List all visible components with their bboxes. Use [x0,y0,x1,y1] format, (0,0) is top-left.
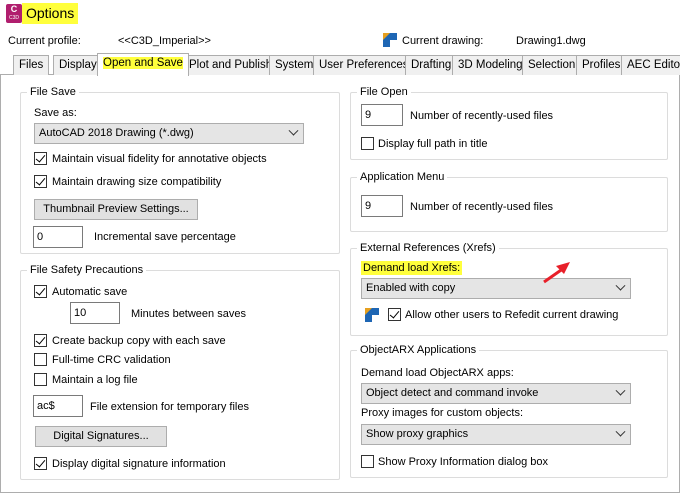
application-menu-legend: Application Menu [357,170,448,184]
incremental-save-input[interactable]: 0 [33,226,83,248]
digital-signatures-button[interactable]: Digital Signatures... [35,426,167,447]
log-file-checkbox[interactable] [34,373,47,386]
current-profile-label: Current profile: [8,35,81,47]
xref-drawing-icon [365,308,379,322]
temp-file-extension-input[interactable]: ac$ [33,395,83,417]
tab-aec-editor[interactable]: AEC Editor [621,55,680,75]
log-file-label: Maintain a log file [52,374,138,386]
minutes-between-saves-input[interactable]: 10 [70,302,120,324]
incremental-save-label: Incremental save percentage [94,231,236,243]
tab-open-and-save-label: Open and Save [103,57,183,69]
demand-load-objectarx-dropdown[interactable]: Object detect and command invoke [361,383,631,404]
chevron-down-icon [615,426,626,437]
thumbnail-preview-settings-button[interactable]: Thumbnail Preview Settings... [34,199,198,220]
file-open-legend: File Open [357,85,411,99]
maintain-drawing-size-label: Maintain drawing size compatibility [52,176,222,188]
demand-load-xrefs-label: Demand load Xrefs: [361,261,463,275]
backup-copy-label: Create backup copy with each save [52,335,226,347]
window-title: Options [22,3,79,24]
maintain-drawing-size-checkbox[interactable] [34,175,47,188]
save-as-dropdown[interactable]: AutoCAD 2018 Drawing (*.dwg) [34,123,304,144]
demand-load-objectarx-label: Demand load ObjectARX apps: [361,367,514,379]
tab-user-preferences[interactable]: User Preferences [313,55,415,75]
civil3d-app-icon: C C3D [6,4,22,23]
drawing-icon [383,33,397,47]
red-arrow-annotation-icon [543,262,570,284]
tab-drafting[interactable]: Drafting [405,55,458,75]
crc-validation-checkbox[interactable] [34,353,47,366]
proxy-images-label: Proxy images for custom objects: [361,407,524,419]
minutes-between-saves-label: Minutes between saves [131,308,246,320]
save-as-value: AutoCAD 2018 Drawing (*.dwg) [39,127,194,139]
tab-profiles[interactable]: Profiles [576,55,627,75]
automatic-save-checkbox[interactable] [34,285,47,298]
maintain-visual-fidelity-checkbox[interactable] [34,152,47,165]
tab-display[interactable]: Display [53,55,103,75]
allow-refedit-label: Allow other users to Refedit current dra… [405,309,619,321]
save-as-label: Save as: [34,107,77,119]
demand-load-objectarx-value: Object detect and command invoke [366,387,539,399]
demand-load-xrefs-dropdown[interactable]: Enabled with copy [361,278,631,299]
show-proxy-dialog-label: Show Proxy Information dialog box [378,456,548,468]
app-menu-recent-label: Number of recently-used files [410,201,554,213]
crc-validation-label: Full-time CRC validation [52,354,171,366]
current-drawing-value: Drawing1.dwg [516,35,586,47]
maintain-visual-fidelity-label: Maintain visual fidelity for annotative … [52,153,267,165]
title-bar [0,0,680,28]
proxy-images-dropdown[interactable]: Show proxy graphics [361,424,631,445]
tab-3d-modeling[interactable]: 3D Modeling [452,55,529,75]
demand-load-xrefs-value: Enabled with copy [366,282,456,294]
display-signature-checkbox[interactable] [34,457,47,470]
show-proxy-dialog-checkbox[interactable] [361,455,374,468]
file-save-legend: File Save [27,85,79,99]
display-signature-label: Display digital signature information [52,458,226,470]
file-safety-legend: File Safety Precautions [27,263,147,277]
file-open-recent-label: Number of recently-used files [410,110,554,122]
tab-plot-and-publish[interactable]: Plot and Publish [183,55,279,75]
file-open-recent-input[interactable]: 9 [361,104,403,126]
backup-copy-checkbox[interactable] [34,334,47,347]
tab-system[interactable]: System [269,55,320,75]
automatic-save-label: Automatic save [52,286,128,298]
temp-file-extension-label: File extension for temporary files [90,401,249,413]
chevron-down-icon [615,280,626,291]
allow-refedit-checkbox[interactable] [388,308,401,321]
xrefs-legend: External References (Xrefs) [357,241,499,255]
full-path-label: Display full path in title [378,138,488,150]
tab-selection[interactable]: Selection [522,55,582,75]
chevron-down-icon [288,125,299,136]
tab-open-and-save[interactable]: Open and Save [97,53,189,76]
objectarx-legend: ObjectARX Applications [357,343,480,357]
current-profile-value: <<C3D_Imperial>> [118,35,211,47]
proxy-images-value: Show proxy graphics [366,428,469,440]
chevron-down-icon [615,385,626,396]
app-menu-recent-input[interactable]: 9 [361,195,403,217]
tab-files[interactable]: Files [13,55,50,75]
full-path-checkbox[interactable] [361,137,374,150]
current-drawing-label: Current drawing: [402,35,484,47]
